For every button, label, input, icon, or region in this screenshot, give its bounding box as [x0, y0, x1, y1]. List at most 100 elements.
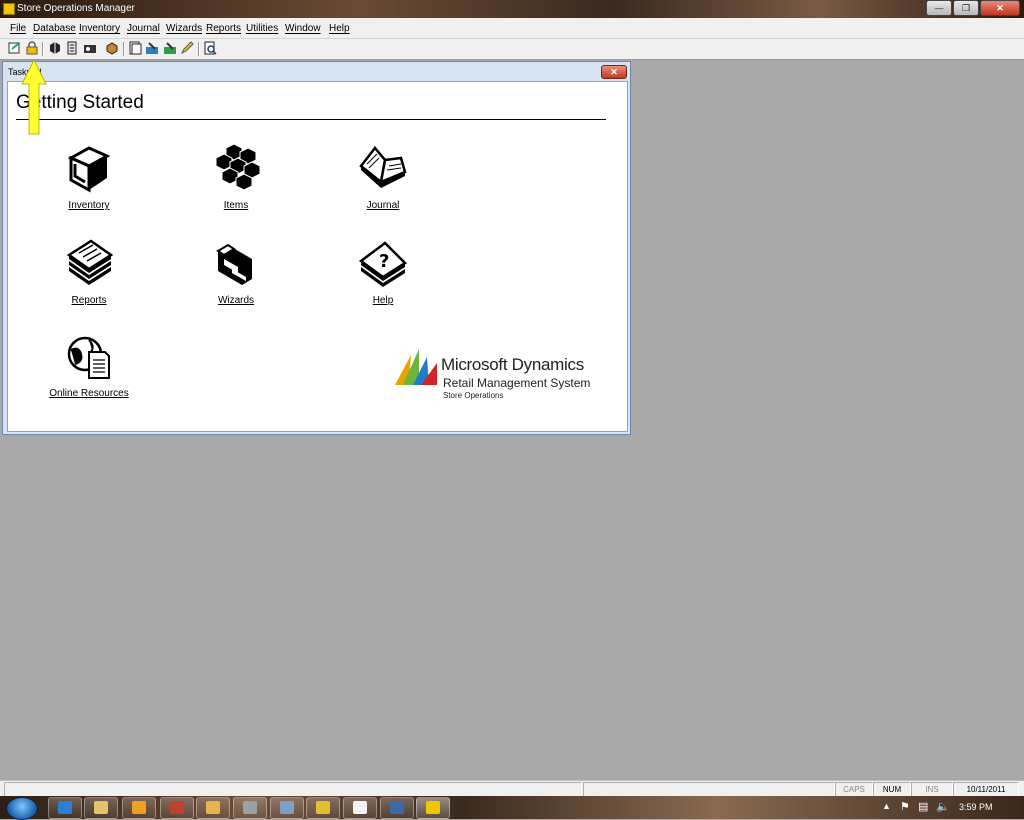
folder-icon: [94, 801, 108, 814]
tile-help-label[interactable]: Help: [328, 295, 438, 306]
reports-stack-icon: [66, 239, 113, 285]
items-cubes-icon: [215, 143, 260, 191]
status-bar: CAPS NUM INS 10/11/2011: [0, 780, 1024, 797]
taskbar: ▲ ⚑ ▤ 🔈 3:59 PM: [0, 796, 1024, 820]
app-taskbar-button[interactable]: [233, 797, 267, 819]
media-icon: [132, 801, 146, 814]
svg-text:?: ?: [379, 251, 389, 272]
status-panel: [583, 782, 835, 797]
journal-icon[interactable]: [128, 41, 142, 55]
brand-line-3: Store Operations: [443, 391, 504, 400]
ie-icon: [58, 801, 72, 814]
tile-wizards[interactable]: Wizards: [181, 237, 291, 306]
app-taskbar-button[interactable]: [380, 797, 414, 819]
minimize-button[interactable]: —: [926, 0, 952, 16]
menu-utilities[interactable]: Utilities: [246, 23, 278, 34]
app-icon: [3, 3, 15, 15]
menu-inventory[interactable]: Inventory: [79, 23, 120, 34]
menu-database[interactable]: Database: [33, 23, 76, 34]
tile-help[interactable]: ? Help: [328, 237, 438, 306]
tile-online-resources[interactable]: Online Resources: [34, 334, 144, 399]
media-taskbar-button[interactable]: [122, 797, 156, 819]
reports-icon[interactable]: [105, 41, 119, 55]
title-bar: Store Operations Manager — ❐ ✕: [0, 0, 1024, 18]
system-tray: ▲ ⚑ ▤ 🔈 3:59 PM: [874, 796, 1024, 819]
app-taskbar-button[interactable]: [343, 797, 377, 819]
tile-journal-label[interactable]: Journal: [328, 200, 438, 211]
app-taskbar-button[interactable]: [196, 797, 230, 819]
status-message-panel: [4, 782, 582, 797]
tile-online-resources-label[interactable]: Online Resources: [34, 388, 144, 399]
help-question-icon: ?: [358, 241, 407, 287]
restore-button[interactable]: ❐: [953, 0, 979, 16]
toolbar-separator: [123, 42, 125, 56]
globe-document-icon: [67, 336, 110, 379]
key-icon: [316, 801, 330, 814]
menu-help[interactable]: Help: [329, 23, 350, 34]
flag-icon[interactable]: ⚑: [900, 800, 910, 813]
help-icon[interactable]: [203, 41, 217, 55]
explorer-taskbar-button[interactable]: [84, 797, 118, 819]
toolbar: [0, 39, 1024, 60]
tile-inventory[interactable]: Inventory: [34, 142, 144, 211]
wizards-icon: [216, 243, 252, 285]
customers-icon[interactable]: [83, 41, 97, 55]
lock-icon[interactable]: [25, 41, 39, 55]
tile-items-label[interactable]: Items: [181, 200, 291, 211]
app-taskbar-button[interactable]: [160, 797, 194, 819]
app-icon: [390, 801, 404, 814]
brand-line-1: Microsoft Dynamics: [441, 355, 584, 374]
title-divider: [16, 119, 606, 120]
list-icon[interactable]: [65, 41, 79, 55]
tile-items[interactable]: Items: [181, 142, 291, 211]
open-icon[interactable]: [8, 41, 22, 55]
taskpad-close-button[interactable]: ✕: [601, 65, 627, 79]
caps-indicator: CAPS: [835, 782, 873, 797]
app-icon: [426, 801, 440, 814]
close-button[interactable]: ✕: [980, 0, 1020, 16]
taskpad-content: Getting Started Inventory Items Journal …: [7, 81, 628, 432]
volume-icon[interactable]: 🔈: [936, 800, 950, 813]
toolbar-separator: [42, 42, 44, 56]
menu-reports[interactable]: Reports: [206, 23, 241, 34]
document-icon: [353, 801, 367, 814]
microsoft-dynamics-logo: Microsoft Dynamics Retail Management Sys…: [393, 345, 613, 417]
journal-book-icon: [359, 146, 407, 188]
menu-bar: File Database Inventory Journal Wizards …: [0, 18, 1024, 39]
taskpad-window: Taskpad ✕ Getting Started Inventory Item…: [2, 61, 631, 435]
tile-journal[interactable]: Journal: [328, 142, 438, 211]
items-icon[interactable]: [48, 41, 62, 55]
window-controls: — ❐ ✕: [925, 0, 1020, 16]
start-button[interactable]: [6, 797, 38, 820]
menu-file[interactable]: File: [10, 23, 26, 34]
menu-window[interactable]: Window: [285, 23, 321, 34]
ie-taskbar-button[interactable]: [48, 797, 82, 819]
menu-wizards[interactable]: Wizards: [166, 23, 202, 34]
brand-line-2: Retail Management System: [443, 376, 591, 390]
app-taskbar-button[interactable]: [306, 797, 340, 819]
clock[interactable]: 3:59 PM: [959, 802, 993, 812]
pencil-icon[interactable]: [180, 41, 194, 55]
inventory-box-icon: [67, 146, 111, 193]
toolbar-separator: [198, 42, 200, 56]
tile-wizards-label[interactable]: Wizards: [181, 295, 291, 306]
network-icon[interactable]: ▤: [918, 800, 928, 813]
store-operations-taskbar-button[interactable]: [416, 797, 450, 819]
wizard-icon[interactable]: [145, 41, 159, 55]
app-icon: [243, 801, 257, 814]
status-date: 10/11/2011: [953, 782, 1019, 797]
calculator-taskbar-button[interactable]: [270, 797, 304, 819]
export-icon[interactable]: [163, 41, 177, 55]
annotation-arrow: [21, 58, 47, 135]
dynamics-flame-icon: [395, 349, 437, 385]
num-indicator: NUM: [873, 782, 911, 797]
app-icon: [170, 801, 184, 814]
menu-journal[interactable]: Journal: [127, 23, 160, 34]
calculator-icon: [280, 801, 294, 814]
tile-inventory-label[interactable]: Inventory: [34, 200, 144, 211]
tile-reports[interactable]: Reports: [34, 237, 144, 306]
window-title: Store Operations Manager: [17, 3, 135, 14]
app-icon: [206, 801, 220, 814]
tray-expand-icon[interactable]: ▲: [882, 801, 891, 811]
tile-reports-label[interactable]: Reports: [34, 295, 144, 306]
